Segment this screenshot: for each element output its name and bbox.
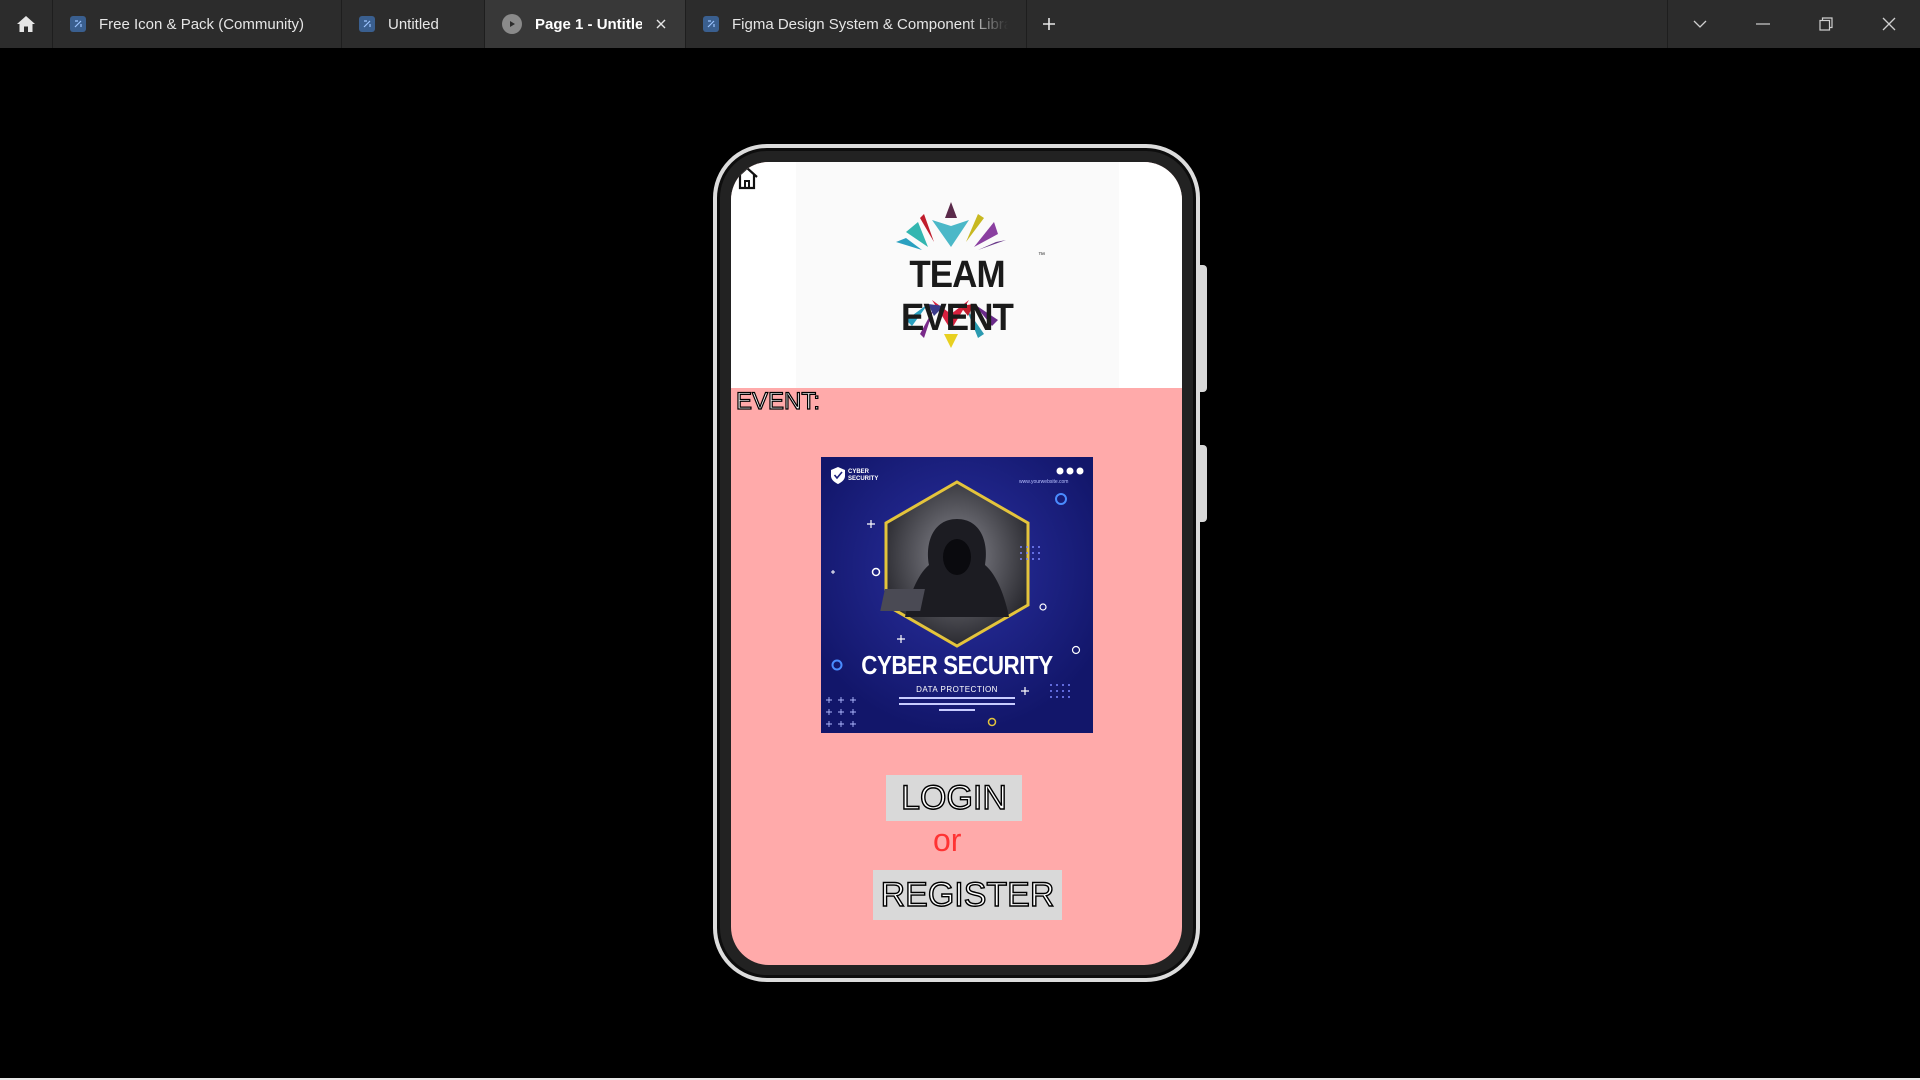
poster-brand-line: SECURITY <box>848 476 879 482</box>
restore-icon <box>1818 17 1833 31</box>
home-button[interactable] <box>0 0 53 48</box>
tab-list-dropdown-button[interactable] <box>1668 0 1731 48</box>
close-icon[interactable] <box>655 18 667 30</box>
tab-label: Page 1 - Untitled <box>535 15 642 33</box>
minimize-icon <box>1755 23 1770 25</box>
login-button[interactable]: LOGIN <box>886 775 1022 821</box>
close-window-button[interactable] <box>1857 0 1920 48</box>
window-close-icon <box>1882 17 1895 31</box>
register-button[interactable]: REGISTER <box>873 870 1062 920</box>
tab-label: Untitled <box>388 15 439 33</box>
chevron-down-icon <box>1693 20 1706 28</box>
figma-file-icon <box>70 16 86 32</box>
phone-side-button <box>1200 265 1207 392</box>
cyber-security-poster[interactable]: CYBER SECURITY www.yourwebsite.com CYBER… <box>821 457 1093 733</box>
tab-label: Figma Design System & Component Libra <box>732 15 1008 33</box>
team-event-logo: TEAM EVENT ™ <box>866 202 1048 348</box>
event-label: EVENT: <box>735 387 821 415</box>
tab-free-icon-pack[interactable]: Free Icon & Pack (Community) <box>53 0 342 48</box>
app-header: TEAM EVENT ™ <box>731 162 1182 388</box>
poster-title: CYBER SECURITY <box>861 650 1053 680</box>
title-bar: Free Icon & Pack (Community) Untitled Pa… <box>0 0 1920 48</box>
or-separator: or <box>933 822 962 858</box>
tab-untitled[interactable]: Untitled <box>342 0 485 48</box>
window-controls <box>1667 0 1920 48</box>
home-icon <box>17 16 35 32</box>
house-icon[interactable] <box>734 165 760 191</box>
poster-subtitle: DATA PROTECTION <box>916 685 998 694</box>
titlebar-drag-area[interactable] <box>1071 0 1667 48</box>
new-tab-button[interactable] <box>1027 0 1071 48</box>
trademark-mark: ™ <box>1038 252 1045 259</box>
poster-brand-line: CYBER <box>848 469 870 475</box>
tab-figma-design-system[interactable]: Figma Design System & Component Libra <box>686 0 1027 48</box>
restore-button[interactable] <box>1794 0 1857 48</box>
figma-file-icon <box>703 16 719 32</box>
play-icon <box>502 14 522 34</box>
logo-text: TEAM EVENT <box>901 254 1014 339</box>
phone-side-button <box>1200 445 1207 522</box>
figma-file-icon <box>359 16 375 32</box>
tab-label: Free Icon & Pack (Community) <box>99 15 305 33</box>
phone-screen: TEAM EVENT ™ EVENT: CYBER SECURITY www.y… <box>731 162 1182 965</box>
poster-url: www.yourwebsite.com <box>1019 479 1069 485</box>
poster-brand: CYBER SECURITY <box>848 469 878 483</box>
tab-page-1-untitled[interactable]: Page 1 - Untitled <box>485 0 686 48</box>
minimize-button[interactable] <box>1731 0 1794 48</box>
plus-icon <box>1043 18 1055 30</box>
